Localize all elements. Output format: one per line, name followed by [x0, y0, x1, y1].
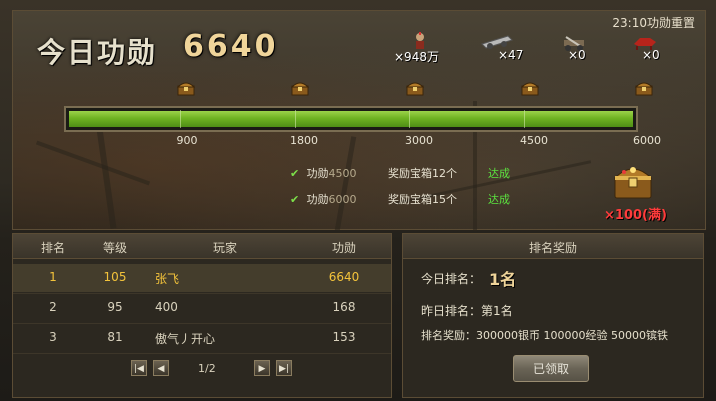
rank-reward-title: 排名奖励 [528, 241, 577, 255]
milestone-chest-icon[interactable] [635, 80, 653, 96]
column-header-merit: 功勋 [331, 241, 357, 255]
soldier-count: ×948万 [394, 50, 439, 64]
today-rank-label: 今日排名： [421, 272, 482, 286]
progress-tick-label: 6000 [633, 134, 661, 147]
milestone-row: ✔ 功勋4500 奖励宝箱12个 达成 [290, 167, 510, 180]
page-indicator: 1/2 [198, 362, 216, 375]
prev-page-button[interactable]: ◀ [153, 360, 169, 376]
claim-button[interactable]: 已领取 [513, 355, 589, 382]
progress-tick-label: 4500 [520, 134, 548, 147]
cannon-count: ×47 [498, 48, 524, 62]
column-header-level: 等级 [102, 241, 128, 255]
milestone-chest-icon[interactable] [406, 80, 424, 96]
milestone-chest-icon[interactable] [521, 80, 539, 96]
column-header-player: 玩家 [212, 241, 238, 255]
page-title: 今日功勋 [37, 36, 158, 69]
column-header-rank: 排名 [40, 241, 66, 255]
first-page-button[interactable]: |◀ [131, 360, 147, 376]
rank-reward-header: 排名奖励 [403, 234, 703, 259]
table-row[interactable]: 2 95 400 168 [13, 294, 391, 322]
table-row[interactable]: 1 105 张飞 6640 [13, 264, 391, 292]
yesterday-rank-text: 昨日排名：第1名 [421, 304, 513, 318]
progress-tick-label: 1800 [290, 134, 318, 147]
milestone-status: 达成 [488, 167, 510, 180]
progress-tick-label: 900 [176, 134, 198, 147]
red-horse-count: ×0 [642, 48, 660, 62]
today-rank-value: 1名 [489, 270, 517, 289]
next-page-button[interactable]: ▶ [254, 360, 270, 376]
last-page-button[interactable]: ▶| [276, 360, 292, 376]
today-merit-value: 6640 [183, 29, 279, 64]
table-row[interactable]: 3 81 傲气丿开心 153 [13, 324, 391, 352]
progress-tick-label: 3000 [405, 134, 433, 147]
check-icon: ✔ [290, 193, 300, 206]
chest-count: ×100(满) [604, 208, 667, 223]
treasure-chest-icon[interactable] [612, 160, 654, 200]
milestone-status: 达成 [488, 193, 510, 206]
rank-rewards-text: 排名奖励：300000银币 100000经验 50000镔铁 [421, 329, 668, 342]
check-icon: ✔ [290, 167, 300, 180]
siege-weapon-count: ×0 [568, 48, 586, 62]
milestone-chest-icon[interactable] [177, 80, 195, 96]
merit-progress-bar [64, 106, 638, 132]
merit-window: 23:10功勋重置 今日功勋 6640 ×948万 ×47 ×0 ×0 900 … [0, 0, 716, 401]
ranking-table-header: 排名 等级 玩家 功勋 [13, 234, 391, 259]
milestone-chest-icon[interactable] [291, 80, 309, 96]
milestone-row: ✔ 功勋6000 奖励宝箱15个 达成 [290, 193, 510, 206]
merit-progress-fill [69, 111, 633, 127]
reset-time-text: 23:10功勋重置 [612, 16, 695, 30]
